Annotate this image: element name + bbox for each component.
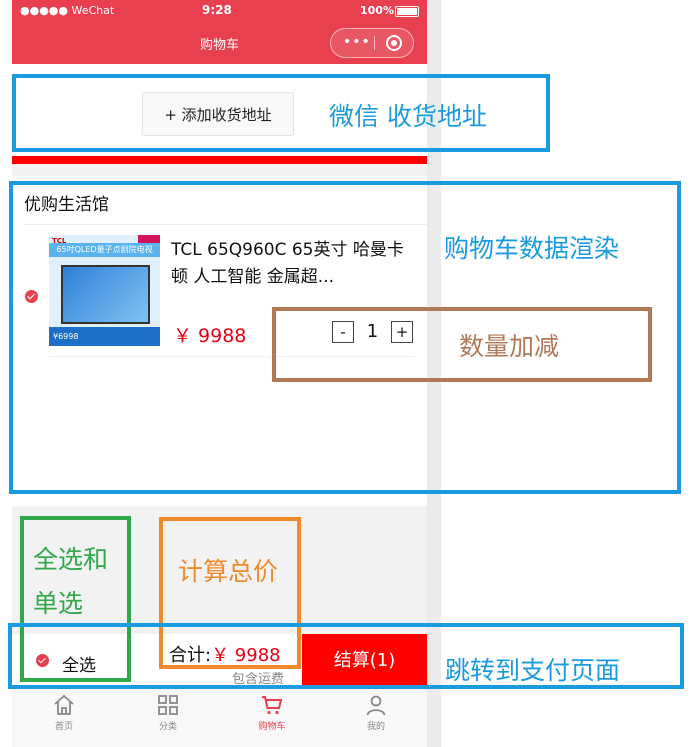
- annotation-label-cart-render: 购物车数据渲染: [444, 234, 620, 263]
- profile-icon: [366, 695, 386, 716]
- capsule-divider: [374, 36, 375, 50]
- annotation-label-pay: 跳转到支付页面: [445, 656, 621, 685]
- cart-icon: [262, 696, 283, 715]
- tab-label: 分类: [158, 722, 177, 732]
- battery-percent: 100%: [360, 4, 394, 17]
- annotation-label-select-2: 单选: [33, 589, 84, 618]
- mini-program-capsule[interactable]: •••: [330, 28, 414, 58]
- annotation-label-quantity: 数量加减: [459, 332, 560, 361]
- tab-category[interactable]: 分类: [116, 693, 220, 732]
- target-icon[interactable]: [386, 35, 402, 51]
- tab-cart[interactable]: 购物车: [220, 693, 324, 732]
- address-divider-bar: [12, 156, 427, 164]
- annotation-label-total: 计算总价: [178, 557, 279, 586]
- tab-home[interactable]: 首页: [12, 693, 116, 732]
- annotation-label-address: 微信 收货地址: [329, 102, 487, 131]
- nav-bar: 购物车 •••: [12, 22, 427, 64]
- home-icon: [54, 694, 74, 715]
- clock: 9:28: [202, 3, 232, 17]
- tab-label: 我的: [366, 722, 385, 732]
- tab-label: 购物车: [258, 722, 286, 732]
- battery-icon: [395, 6, 419, 17]
- tab-bar: 首页 分类 购物车 我的: [12, 688, 427, 747]
- more-dots-icon[interactable]: •••: [343, 34, 371, 50]
- tab-label: 首页: [54, 722, 73, 732]
- carrier-label: ●●●●● WeChat: [20, 4, 115, 17]
- tab-profile[interactable]: 我的: [324, 693, 427, 732]
- category-icon: [158, 695, 178, 715]
- annotation-label-select-1: 全选和: [33, 545, 109, 574]
- status-bar: ●●●●● WeChat 9:28 100%: [12, 0, 427, 22]
